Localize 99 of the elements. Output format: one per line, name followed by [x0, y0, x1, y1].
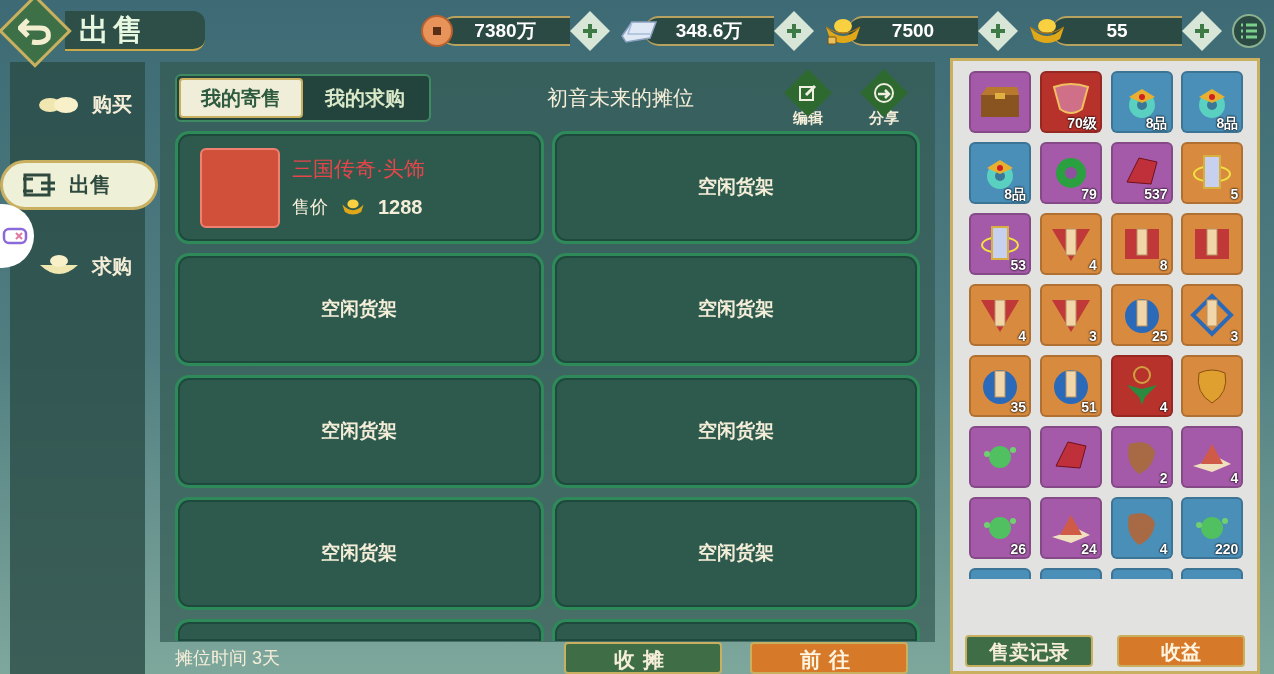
item-count: 70级	[1067, 116, 1097, 130]
plus-icon	[581, 22, 599, 40]
slot-label: 空闲货架	[697, 175, 774, 200]
item-count: 5	[1230, 187, 1239, 201]
inventory-slot[interactable]: 8品	[969, 142, 1031, 204]
inventory-slot[interactable]: 25	[1110, 284, 1173, 346]
sidebar-tab[interactable]: 购买	[38, 82, 132, 126]
item-count: 4	[1159, 542, 1168, 556]
stall-slot[interactable]: 三国传奇·头饰 售价 1288	[175, 131, 544, 244]
slot-label: 空闲货架	[321, 419, 398, 444]
sidebar-tab[interactable]: 求购	[38, 244, 132, 288]
inventory-slot[interactable]	[1181, 355, 1244, 417]
inventory-slot[interactable]	[969, 426, 1031, 488]
inventory-slot[interactable]: 4	[1110, 355, 1173, 417]
item-count: 8	[1159, 258, 1168, 272]
inventory-slot[interactable]	[969, 71, 1031, 133]
inventory-slot[interactable]: 220	[1181, 497, 1244, 559]
item-count: 3	[1230, 329, 1239, 343]
price-value: 1288	[378, 197, 423, 217]
page-title: 出售	[79, 15, 147, 45]
plus-icon	[1193, 22, 1211, 40]
inventory-slot[interactable]: 2	[1110, 426, 1173, 488]
inventory-slot[interactable]: 8	[1110, 213, 1173, 275]
share-icon	[873, 82, 895, 104]
inventory-slot[interactable]: 8品	[1181, 71, 1244, 133]
inventory-slot[interactable]: 51	[1039, 355, 1102, 417]
stall-slot[interactable]: 空闲货架	[551, 497, 920, 610]
inventory-slot[interactable]: 3	[1039, 284, 1102, 346]
inventory-slot[interactable]: 24	[1039, 497, 1102, 559]
action-button[interactable]: 前往	[750, 642, 908, 674]
inventory-slot[interactable]: 79	[1039, 142, 1102, 204]
currency-value: 55	[1106, 18, 1128, 43]
inventory-slot[interactable]: 26	[969, 497, 1031, 559]
item-count: 8品	[1145, 116, 1168, 130]
stall-slot[interactable]: 空闲货架	[175, 497, 544, 610]
item-count: 2	[1159, 471, 1168, 485]
currency-value: 7500	[891, 18, 935, 43]
inventory-slot[interactable]	[1181, 213, 1244, 275]
slot-label: 空闲货架	[697, 541, 774, 566]
action-button[interactable]: 收益	[1117, 635, 1245, 667]
item-count: 25	[1151, 329, 1168, 343]
edit-icon	[798, 83, 818, 103]
inventory-slot[interactable]: 537	[1110, 142, 1173, 204]
list-icon	[1240, 23, 1258, 39]
item-count: 8品	[1216, 116, 1239, 130]
slot-label: 空闲货架	[697, 297, 774, 322]
stall-slot[interactable]: 空闲货架	[175, 375, 544, 488]
item-name: 三国传奇·头饰	[292, 158, 425, 179]
inventory-slot[interactable]: 8品	[1110, 71, 1173, 133]
slot-label: 空闲货架	[321, 297, 398, 322]
stall-slot[interactable]: 空闲货架	[175, 253, 544, 366]
stall-slot[interactable]: 空闲货架	[551, 131, 920, 244]
inventory-slot[interactable]: 53	[969, 213, 1031, 275]
menu-button[interactable]	[1232, 14, 1266, 48]
action-button[interactable]: 售卖记录	[965, 635, 1093, 667]
inventory-slot[interactable]: 5	[1181, 142, 1244, 204]
inventory-slot[interactable]: 70级	[1039, 71, 1102, 133]
stall-title: 初音未来的摊位	[547, 85, 694, 112]
item-count: 4	[1230, 471, 1239, 485]
item-count: 537	[1144, 187, 1168, 201]
item-count: 8品	[1004, 187, 1026, 201]
slot-label: 空闲货架	[697, 419, 774, 444]
plus-icon	[785, 22, 803, 40]
item-count: 51	[1081, 400, 1097, 414]
item-count: 26	[1010, 542, 1026, 556]
inventory-slot[interactable]: 35	[969, 355, 1031, 417]
inventory-slot[interactable]	[1039, 426, 1102, 488]
stall-slot[interactable]: 空闲货架	[551, 375, 920, 488]
stall-slot[interactable]: 空闲货架	[551, 253, 920, 366]
stall-slot[interactable]	[551, 619, 920, 641]
item-count: 35	[1010, 400, 1026, 414]
item-count: 79	[1081, 187, 1097, 201]
currency-value: 348.6万	[675, 18, 743, 43]
back-arrow-icon	[18, 16, 52, 46]
stall-slot[interactable]	[175, 619, 544, 641]
item-count: 4	[1159, 400, 1168, 414]
ingot-icon	[340, 197, 366, 217]
tab[interactable]: 我的求购	[303, 78, 427, 118]
item-count: 3	[1088, 329, 1097, 343]
inventory-slot[interactable]: 4	[1110, 497, 1173, 559]
plus-icon	[989, 22, 1007, 40]
sidebar-tab[interactable]: 出售	[0, 160, 158, 210]
item-count: 24	[1081, 542, 1097, 556]
inventory-slot[interactable]: 4	[1181, 426, 1244, 488]
inventory-slot[interactable]: 4	[969, 284, 1031, 346]
shelf-icon	[21, 171, 57, 199]
currency-value: 7380万	[474, 18, 536, 43]
slot-label: 空闲货架	[321, 541, 398, 566]
item-count: 4	[1018, 329, 1026, 343]
coin-icon	[420, 14, 454, 48]
item-count: 53	[1010, 258, 1026, 272]
inventory-slot[interactable]: 3	[1181, 284, 1244, 346]
item-count: 4	[1088, 258, 1097, 272]
action-button[interactable]: 收摊	[564, 642, 722, 674]
price-label: 售价	[292, 198, 328, 216]
stall-time: 摊位时间 3天	[175, 646, 280, 670]
inventory-slot[interactable]: 4	[1039, 213, 1102, 275]
tab[interactable]: 我的寄售	[179, 78, 303, 118]
item-count: 220	[1214, 542, 1239, 556]
